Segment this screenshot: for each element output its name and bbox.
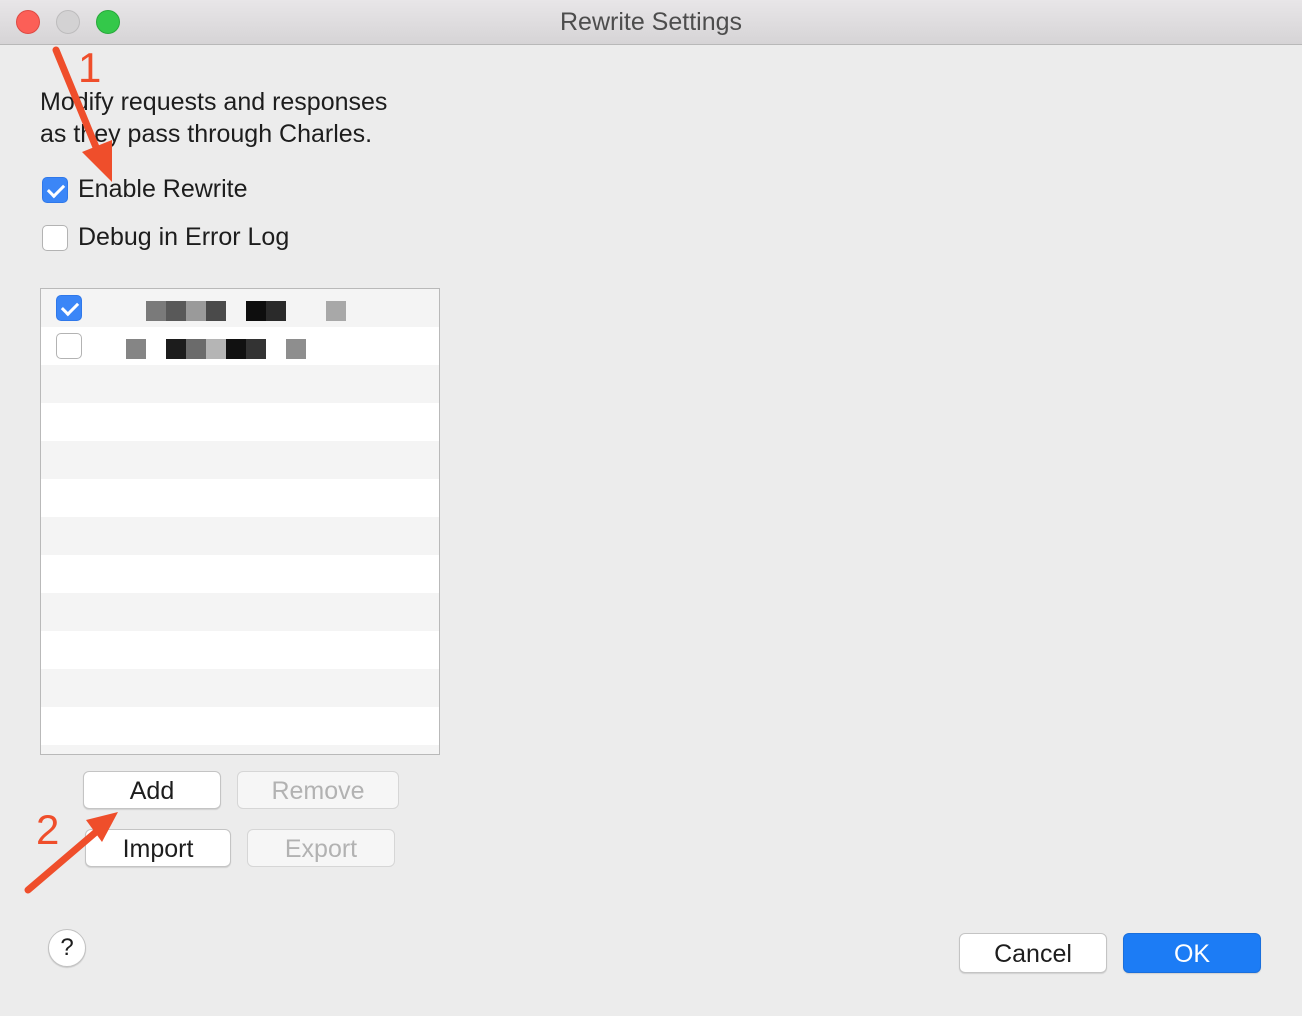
empty-list-row [41,441,439,479]
enable-rewrite-checkbox[interactable] [42,176,68,203]
remove-button[interactable]: Remove [237,771,399,809]
list-item[interactable] [41,327,439,365]
enable-rewrite-option[interactable]: Enable Rewrite [42,175,248,204]
empty-list-row [41,707,439,745]
empty-list-row [41,593,439,631]
empty-list-row [41,403,439,441]
list-item[interactable] [41,289,439,327]
empty-list-row [41,631,439,669]
description-text: Modify requests and responses as they pa… [40,86,460,150]
debug-error-log-label: Debug in Error Log [78,223,290,251]
empty-list-row [41,669,439,707]
cancel-button[interactable]: Cancel [959,933,1107,973]
empty-list-row [41,365,439,403]
empty-list-row [41,517,439,555]
ok-button[interactable]: OK [1123,933,1261,973]
add-button[interactable]: Add [83,771,221,809]
rule-enabled-checkbox[interactable] [56,295,82,321]
empty-list-row [41,745,439,754]
export-button[interactable]: Export [247,829,395,867]
help-button[interactable]: ? [48,929,86,967]
window-title: Rewrite Settings [559,8,743,36]
rule-enabled-checkbox[interactable] [56,333,82,359]
empty-list-row [41,479,439,517]
enable-rewrite-label: Enable Rewrite [78,175,248,203]
description-line-1: Modify requests and responses [40,88,388,116]
description-line-2: as they pass through Charles. [40,120,373,148]
window-titlebar: Rewrite Settings [0,0,1302,45]
empty-list-row [41,555,439,593]
annotation-marker-2: 2 [36,806,60,853]
debug-error-log-checkbox[interactable] [42,224,68,251]
debug-error-log-option[interactable]: Debug in Error Log [42,223,289,252]
rewrite-rules-list[interactable] [40,288,440,755]
import-button[interactable]: Import [85,829,231,867]
annotation-marker-1: 1 [78,44,102,91]
